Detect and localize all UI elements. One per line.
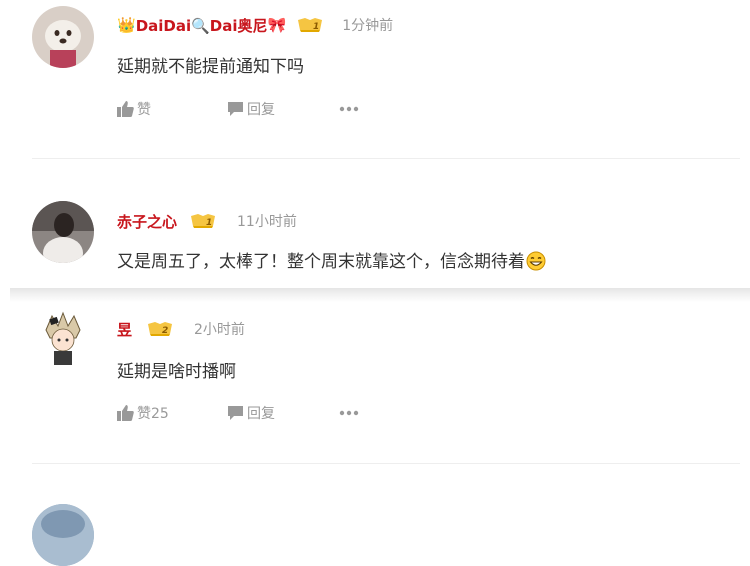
divider: [32, 463, 740, 464]
comment-bubble-icon: [228, 102, 243, 116]
comment-text: 又是周五了，太棒了！整个周末就靠这个，信念期待着: [117, 247, 546, 272]
divider: [32, 158, 740, 159]
avatar[interactable]: [32, 308, 94, 370]
more-button[interactable]: [339, 106, 359, 112]
author-name[interactable]: 昱: [117, 319, 132, 340]
thumbs-up-icon: [117, 405, 134, 421]
reply-button[interactable]: 回复: [227, 99, 275, 119]
crown-emoji: 👑: [117, 16, 136, 34]
like-label: 赞: [137, 102, 151, 118]
more-dots-icon: [339, 106, 359, 112]
author-line: 昱 2 2小时前: [117, 318, 245, 340]
reply-label: 回复: [247, 102, 275, 118]
grin-emoji-icon: [526, 251, 546, 271]
comment-text: 延期是啥时播啊: [117, 362, 236, 382]
more-button[interactable]: [339, 410, 359, 416]
timestamp: 11小时前: [237, 214, 297, 230]
action-bar: 赞 回复: [117, 99, 377, 119]
like-label: 赞25: [137, 406, 169, 422]
like-button[interactable]: 赞: [117, 99, 151, 119]
more-dots-icon: [339, 410, 359, 416]
action-bar: 赞25 回复: [117, 403, 377, 423]
author-line: 👑 DaiDai🔍Dai奥尼 🎀 1 1分钟前: [117, 14, 393, 36]
bow-emoji: 🎀: [267, 16, 287, 34]
author-name[interactable]: DaiDai🔍Dai奥尼: [136, 15, 268, 36]
comment-text-body: 又是周五了，太棒了！整个周末就靠这个，信念期待着: [117, 252, 525, 272]
card-edge-shadow: [10, 288, 750, 302]
timestamp: 1分钟前: [342, 18, 394, 34]
comment-bubble-icon: [228, 406, 243, 420]
timestamp: 2小时前: [194, 322, 245, 338]
comment-text: 延期就不能提前通知下吗: [117, 57, 304, 77]
author-name[interactable]: 赤子之心: [117, 211, 177, 232]
level-badge-icon: 2: [146, 320, 174, 338]
level-badge-icon: 1: [189, 212, 217, 230]
thumbs-up-icon: [117, 101, 134, 117]
avatar[interactable]: [32, 201, 94, 263]
reply-label: 回复: [247, 406, 275, 422]
avatar[interactable]: [32, 6, 94, 68]
avatar[interactable]: [32, 504, 94, 566]
reply-button[interactable]: 回复: [227, 403, 275, 423]
author-line: 赤子之心 1 11小时前: [117, 210, 297, 232]
svg-text:2: 2: [162, 326, 168, 336]
svg-text:1: 1: [313, 22, 319, 32]
like-button[interactable]: 赞25: [117, 403, 169, 423]
svg-text:1: 1: [206, 218, 212, 228]
level-badge-icon: 1: [296, 16, 324, 34]
